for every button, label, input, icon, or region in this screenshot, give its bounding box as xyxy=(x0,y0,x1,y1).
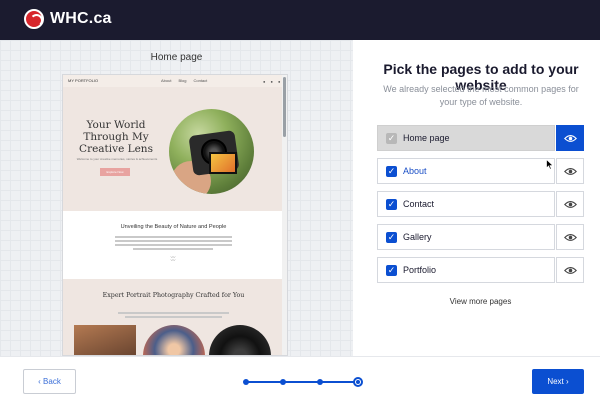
preview-eye-button[interactable] xyxy=(556,191,584,217)
camera-photo xyxy=(209,325,271,355)
preview-hero-subtitle: Welcome to your creative memories, stori… xyxy=(76,157,158,161)
checkbox-checked-disabled: ✓ xyxy=(386,133,397,144)
preview-eye-button[interactable] xyxy=(556,158,584,184)
text-placeholder-line xyxy=(115,240,232,242)
eye-icon xyxy=(563,134,577,142)
text-placeholder-line xyxy=(133,248,213,250)
step-dot-3 xyxy=(317,379,323,385)
step-dot-1 xyxy=(243,379,249,385)
step-dot-2 xyxy=(280,379,286,385)
preview-eye-button[interactable] xyxy=(556,125,584,151)
preview-hero-title: Your World Through My Creative Lens xyxy=(79,119,153,155)
checkbox-checked[interactable]: ✓ xyxy=(386,166,397,177)
camera-screen-image xyxy=(209,152,237,174)
checkbox-checked[interactable]: ✓ xyxy=(386,232,397,243)
text-placeholder-line xyxy=(115,236,232,238)
logo[interactable]: WHC.ca xyxy=(24,9,112,29)
preview-site-nav: MY PORTFOLIO About Blog Contact ● ● ● xyxy=(63,75,284,87)
page-option-box[interactable]: ✓ Contact xyxy=(377,191,555,217)
logo-text: WHC.ca xyxy=(50,10,112,27)
preview-eye-button[interactable] xyxy=(556,257,584,283)
page-option-box[interactable]: ✓ Gallery xyxy=(377,224,555,250)
preview-section-title: Expert Portrait Photography Crafted for … xyxy=(102,292,245,299)
preview-menu-item: Contact xyxy=(193,78,208,83)
page-option-box: ✓ Home page xyxy=(377,125,555,151)
checkbox-checked[interactable]: ✓ xyxy=(386,199,397,210)
page-option-home: ✓ Home page xyxy=(377,125,584,151)
eye-icon xyxy=(563,200,577,208)
text-placeholder-line xyxy=(125,316,222,318)
portrait-photo xyxy=(143,325,205,355)
next-button[interactable]: Next › xyxy=(532,369,584,394)
page-subtitle: We already selected the most common page… xyxy=(383,84,579,107)
footer-bar: ‹ Back Next › xyxy=(0,356,600,405)
preview-menu-item: About xyxy=(161,78,172,83)
checkbox-checked[interactable]: ✓ xyxy=(386,265,397,276)
preview-site-brand: MY PORTFOLIO xyxy=(68,78,99,83)
preview-scrollbar[interactable] xyxy=(282,75,287,355)
preview-menu-item: Blog xyxy=(178,78,187,83)
back-button[interactable]: ‹ Back xyxy=(23,369,76,394)
preview-site-menu: About Blog Contact xyxy=(161,78,207,83)
preview-about-section: Unveiling the Beauty of Nature and Peopl… xyxy=(63,211,284,279)
page-option-label: Home page xyxy=(403,133,450,143)
site-preview-frame[interactable]: MY PORTFOLIO About Blog Contact ● ● ● Yo… xyxy=(62,74,288,356)
preview-section-title: Unveiling the Beauty of Nature and Peopl… xyxy=(120,224,227,230)
whc-logo-icon xyxy=(24,9,44,29)
page-option-box[interactable]: ✓ About xyxy=(377,158,555,184)
preview-hero-section: Your World Through My Creative Lens Welc… xyxy=(63,87,284,211)
page-option-label: Gallery xyxy=(403,232,432,242)
eye-icon xyxy=(563,167,577,175)
stepper-line xyxy=(245,381,359,383)
preview-scrollbar-thumb[interactable] xyxy=(283,77,286,137)
page-option-label: Contact xyxy=(403,199,435,209)
preview-social-icons: ● ● ● xyxy=(263,79,283,84)
page-option-label: About xyxy=(403,166,427,176)
page-option-box[interactable]: ✓ Portfolio xyxy=(377,257,555,283)
eye-icon xyxy=(563,266,577,274)
progress-stepper xyxy=(243,376,363,388)
text-placeholder-line xyxy=(115,244,232,246)
page-option-portfolio[interactable]: ✓ Portfolio xyxy=(377,257,584,283)
preview-panel: Home page MY PORTFOLIO About Blog Contac… xyxy=(0,40,353,356)
mouse-cursor-icon xyxy=(546,159,554,170)
wave-divider-icon: 〰〰 xyxy=(170,255,176,264)
page-option-gallery[interactable]: ✓ Gallery xyxy=(377,224,584,250)
top-bar: WHC.ca xyxy=(0,0,600,40)
page-option-label: Portfolio xyxy=(403,265,437,275)
portrait-photo xyxy=(74,325,136,355)
preview-title: Home page xyxy=(150,52,203,63)
eye-icon xyxy=(563,233,577,241)
text-placeholder-line xyxy=(118,312,229,314)
preview-hero-button: Explore Now xyxy=(100,168,130,176)
page-option-contact[interactable]: ✓ Contact xyxy=(377,191,584,217)
preview-portrait-section: Expert Portrait Photography Crafted for … xyxy=(63,279,284,355)
preview-hero-image xyxy=(169,109,254,194)
preview-eye-button[interactable] xyxy=(556,224,584,250)
step-dot-current xyxy=(353,377,363,387)
view-more-pages-link[interactable]: View more pages xyxy=(377,297,584,306)
